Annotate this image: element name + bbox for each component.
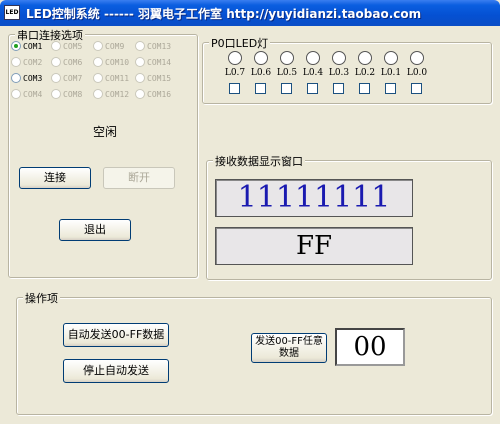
receive-group: 接收数据显示窗口 11111111 FF [206,153,492,280]
radio-indicator [135,73,145,83]
led-label: L0.4 [302,68,324,78]
operations-group: 操作项 自动发送00-FF数据 停止自动发送 发送00-FF任意数据 00 [16,290,492,415]
exit-button[interactable]: 退出 [59,219,131,241]
com-port-label: COM6 [63,58,83,67]
connect-button[interactable]: 连接 [19,167,91,189]
com-port-label: COM3 [23,74,43,83]
com-port-radio[interactable]: COM14 [135,57,171,70]
com-port-radio[interactable]: COM2 [11,57,42,70]
com-port-radio[interactable]: COM6 [51,57,82,70]
client-area: 串口连接选项 COM1 COM5 COM9 COM13 COM2 COM6 COM10 COM… [4,26,496,420]
com-port-radio[interactable]: COM1 [11,41,42,54]
connection-status: 空闲 [93,125,118,139]
com-port-label: COM15 [147,74,172,83]
led-indicator [306,51,320,65]
radio-indicator [93,41,103,51]
led-checkbox[interactable] [281,83,292,94]
com-port-label: COM4 [23,90,43,99]
com-port-label: COM9 [105,42,125,51]
com-port-radio[interactable]: COM9 [93,41,124,54]
com-port-radio[interactable]: COM7 [51,73,82,86]
led-indicator [332,51,346,65]
led-checkbox[interactable] [333,83,344,94]
radio-indicator [11,57,21,67]
led-indicator [358,51,372,65]
led-indicator [410,51,424,65]
title-bar: LED LED控制系统 ------ 羽翼电子工作室 http://yuyidi… [0,0,500,26]
led-indicator [280,51,294,65]
led-checkbox[interactable] [359,83,370,94]
radio-indicator [11,41,21,51]
com-port-radio[interactable]: COM13 [135,41,171,54]
com-port-label: COM16 [147,90,172,99]
app-icon: LED [4,5,20,20]
led-label: L0.2 [354,68,376,78]
com-port-radio[interactable]: COM8 [51,89,82,102]
radio-indicator [135,57,145,67]
com-port-radio[interactable]: COM3 [11,73,42,86]
led-indicator [228,51,242,65]
com-port-radio[interactable]: COM15 [135,73,171,86]
hex-display: FF [215,227,413,265]
led-checkbox[interactable] [229,83,240,94]
com-port-label: COM8 [63,90,83,99]
led-checkbox[interactable] [255,83,266,94]
radio-indicator [135,41,145,51]
com-port-radio[interactable]: COM10 [93,57,129,70]
led-checkbox[interactable] [385,83,396,94]
led-label: L0.7 [224,68,246,78]
com-port-label: COM2 [23,58,43,67]
radio-indicator [93,57,103,67]
radio-indicator [51,41,61,51]
led-label: L0.3 [328,68,350,78]
radio-indicator [93,89,103,99]
com-port-label: COM5 [63,42,83,51]
led-label: L0.0 [406,68,428,78]
led-label: L0.1 [380,68,402,78]
disconnect-button[interactable]: 断开 [103,167,175,189]
com-port-radio[interactable]: COM16 [135,89,171,102]
com-port-label: COM10 [105,58,130,67]
radio-indicator [135,89,145,99]
radio-indicator [93,73,103,83]
com-port-label: COM11 [105,74,130,83]
radio-indicator [11,89,21,99]
led-checkbox[interactable] [307,83,318,94]
operations-group-legend: 操作项 [23,290,60,306]
binary-display: 11111111 [215,179,413,217]
com-port-radio[interactable]: COM5 [51,41,82,54]
send-value-field[interactable]: 00 [335,328,405,366]
led-indicator [384,51,398,65]
window-title: LED控制系统 ------ 羽翼电子工作室 http://yuyidianzi… [26,7,422,21]
com-port-label: COM1 [23,42,43,51]
led-checkbox[interactable] [411,83,422,94]
auto-send-button[interactable]: 自动发送00-FF数据 [63,323,169,347]
radio-indicator [11,73,21,83]
stop-auto-send-button[interactable]: 停止自动发送 [63,359,169,383]
send-any-data-button[interactable]: 发送00-FF任意数据 [251,333,327,363]
com-port-radio[interactable]: COM4 [11,89,42,102]
led-group: P0口LED灯 L0.7 L0.6 L0.5 L0.4 L0.3 L0.2 L0.1 L0.0 [202,35,492,104]
radio-indicator [51,73,61,83]
radio-indicator [51,89,61,99]
com-port-label: COM14 [147,58,172,67]
serial-port-group: 串口连接选项 COM1 COM5 COM9 COM13 COM2 COM6 COM10 COM… [8,27,198,278]
led-group-legend: P0口LED灯 [209,35,271,51]
com-port-label: COM7 [63,74,83,83]
radio-indicator [51,57,61,67]
led-indicator [254,51,268,65]
com-port-label: COM13 [147,42,172,51]
com-port-label: COM12 [105,90,130,99]
com-port-radio[interactable]: COM11 [93,73,129,86]
receive-group-legend: 接收数据显示窗口 [213,153,305,169]
led-label: L0.6 [250,68,272,78]
led-label: L0.5 [276,68,298,78]
com-port-radio[interactable]: COM12 [93,89,129,102]
